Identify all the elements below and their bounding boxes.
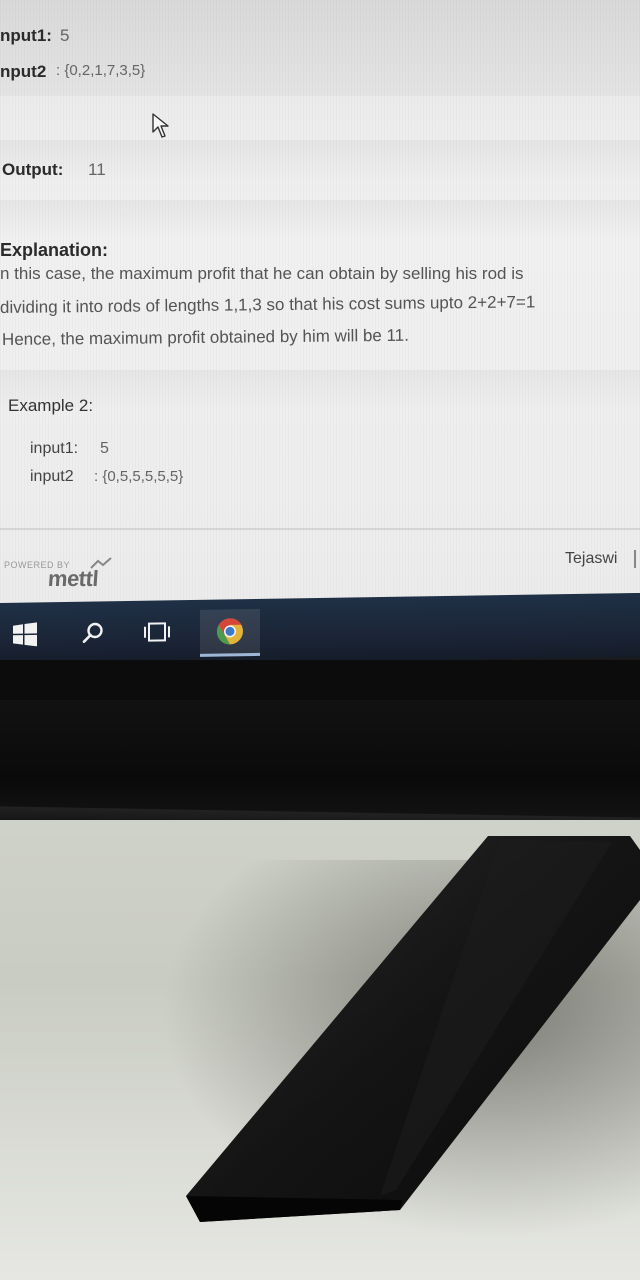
monitor-stand: [186, 836, 640, 1222]
photo-of-monitor: nput1: 5 nput2 : {0,2,1,7,3,5} Output: 1…: [0, 0, 640, 1280]
